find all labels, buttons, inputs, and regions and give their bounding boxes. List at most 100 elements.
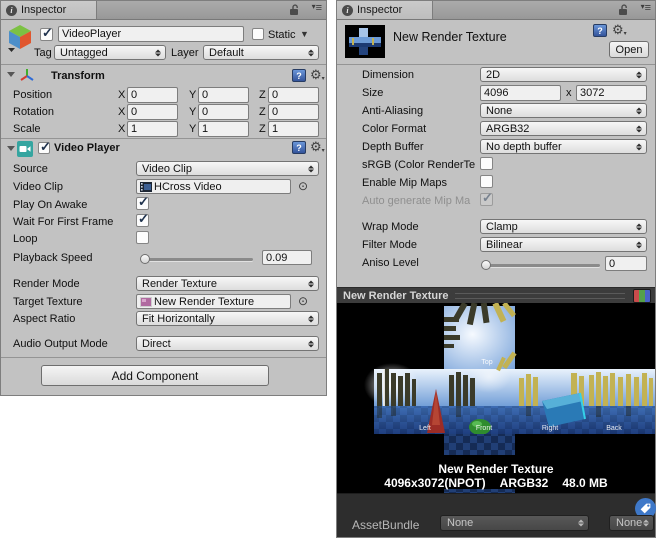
dimension-dropdown[interactable]: 2D bbox=[480, 67, 647, 82]
aspect-ratio-label: Aspect Ratio bbox=[13, 313, 76, 325]
source-dropdown[interactable]: Video Clip bbox=[136, 161, 319, 176]
scale-z-input[interactable] bbox=[268, 121, 319, 137]
info-icon: i bbox=[342, 4, 353, 16]
playback-speed-input[interactable] bbox=[262, 250, 312, 265]
audio-output-mode-dropdown[interactable]: Direct bbox=[136, 336, 319, 351]
wait-first-frame-label: Wait For First Frame bbox=[13, 216, 114, 228]
axis-x-label: X bbox=[118, 89, 126, 101]
preview-info-details: 4096x3072(NPOT) ARGB32 48.0 MB bbox=[337, 476, 655, 490]
scale-x-input[interactable] bbox=[127, 121, 178, 137]
target-texture-value: New Render Texture bbox=[154, 295, 255, 308]
loop-checkbox[interactable] bbox=[136, 231, 149, 244]
wrap-mode-dropdown[interactable]: Clamp bbox=[480, 219, 647, 234]
aniso-level-input[interactable] bbox=[605, 256, 647, 271]
filter-mode-dropdown[interactable]: Bilinear bbox=[480, 237, 647, 252]
row-label: Scale bbox=[13, 123, 41, 135]
assetbundle-variant-value: None bbox=[616, 517, 643, 529]
asset-title: New Render Texture bbox=[393, 30, 507, 44]
video-player-title[interactable]: Video Player bbox=[54, 142, 120, 154]
aniso-level-slider[interactable] bbox=[482, 264, 600, 267]
playback-speed-slider-thumb[interactable] bbox=[140, 254, 150, 264]
assetbundle-dropdown[interactable]: None bbox=[440, 515, 589, 531]
object-picker-icon[interactable]: ⊙ bbox=[298, 180, 308, 192]
axis-y-label: Y bbox=[189, 123, 197, 135]
help-icon[interactable]: ? bbox=[593, 24, 607, 37]
enable-mip-maps-checkbox[interactable] bbox=[480, 175, 493, 188]
add-component-label: Add Component bbox=[111, 368, 199, 383]
axis-x-label: X bbox=[118, 123, 126, 135]
dropdown-arrows-icon bbox=[636, 143, 642, 150]
preview-header[interactable]: New Render Texture bbox=[337, 287, 655, 304]
gameobject-name-input[interactable] bbox=[58, 26, 244, 42]
assetbundle-value: None bbox=[447, 517, 474, 529]
face-label-front: Front bbox=[476, 425, 492, 432]
assetbundle-variant-dropdown[interactable]: None bbox=[609, 515, 654, 531]
depth-buffer-dropdown[interactable]: No depth buffer bbox=[480, 139, 647, 154]
panel-menu-icon[interactable]: ▾≡ bbox=[312, 2, 322, 14]
tag-icon bbox=[640, 503, 651, 514]
gear-icon[interactable]: ⚙▾ bbox=[612, 23, 627, 41]
auto-generate-mip-checkbox bbox=[480, 190, 493, 206]
static-dropdown-icon[interactable]: ▼ bbox=[300, 29, 309, 39]
render-mode-dropdown[interactable]: Render Texture bbox=[136, 276, 319, 291]
aspect-ratio-dropdown[interactable]: Fit Horizontally bbox=[136, 311, 319, 326]
position-z-input[interactable] bbox=[268, 87, 319, 103]
play-on-awake-checkbox[interactable] bbox=[136, 194, 149, 210]
axis-x-label: X bbox=[118, 106, 126, 118]
lock-icon[interactable] bbox=[618, 4, 629, 16]
dropdown-arrows-icon bbox=[636, 107, 642, 114]
dimension-value: 2D bbox=[486, 68, 501, 81]
static-checkbox[interactable] bbox=[252, 28, 264, 40]
axis-z-label: Z bbox=[259, 106, 266, 118]
dropdown-arrows-icon bbox=[155, 49, 161, 56]
color-format-value: ARGB32 bbox=[486, 122, 530, 135]
lock-icon[interactable] bbox=[289, 4, 300, 16]
dropdown-arrows-icon bbox=[308, 280, 314, 287]
playback-speed-slider[interactable] bbox=[141, 258, 253, 261]
panel-menu-icon[interactable]: ▾≡ bbox=[641, 2, 651, 14]
tag-dropdown[interactable]: Untagged bbox=[54, 45, 166, 60]
gear-icon[interactable]: ⚙▾ bbox=[310, 140, 325, 158]
video-clip-object-field[interactable]: HCross Video bbox=[136, 179, 291, 194]
wait-first-frame-checkbox[interactable] bbox=[136, 211, 149, 227]
anti-aliasing-dropdown[interactable]: None bbox=[480, 103, 647, 118]
assetbundle-label: AssetBundle bbox=[352, 518, 420, 532]
dimension-label: Dimension bbox=[362, 69, 414, 81]
rotation-z-input[interactable] bbox=[268, 104, 319, 120]
scale-y-input[interactable] bbox=[198, 121, 249, 137]
open-button[interactable]: Open bbox=[609, 41, 649, 58]
static-label: Static bbox=[268, 29, 296, 41]
add-component-button[interactable]: Add Component bbox=[41, 365, 269, 386]
play-on-awake-label: Play On Awake bbox=[13, 199, 88, 211]
rotation-x-input[interactable] bbox=[127, 104, 178, 120]
gameobject-enabled-checkbox[interactable] bbox=[40, 25, 53, 41]
target-texture-object-field[interactable]: New Render Texture bbox=[136, 294, 291, 309]
dropdown-arrows-icon bbox=[636, 125, 642, 132]
tab-inspector[interactable]: i Inspector bbox=[337, 1, 433, 19]
preview-info-memory: 48.0 MB bbox=[562, 476, 608, 490]
video-player-foldout[interactable] bbox=[7, 146, 15, 151]
srgb-checkbox[interactable] bbox=[480, 157, 493, 170]
position-x-input[interactable] bbox=[127, 87, 178, 103]
tab-inspector[interactable]: i Inspector bbox=[1, 1, 97, 19]
gameobject-cube-icon[interactable] bbox=[6, 23, 34, 56]
gear-icon[interactable]: ⚙▾ bbox=[310, 68, 325, 86]
rotation-y-input[interactable] bbox=[198, 104, 249, 120]
help-icon[interactable]: ? bbox=[292, 141, 306, 154]
object-picker-icon[interactable]: ⊙ bbox=[298, 295, 308, 307]
transform-foldout[interactable] bbox=[7, 72, 15, 77]
filter-mode-label: Filter Mode bbox=[362, 239, 418, 251]
help-icon[interactable]: ? bbox=[292, 69, 306, 82]
layer-dropdown[interactable]: Default bbox=[203, 45, 319, 60]
color-format-dropdown[interactable]: ARGB32 bbox=[480, 121, 647, 136]
video-player-enabled-checkbox[interactable] bbox=[38, 139, 51, 155]
position-y-input[interactable] bbox=[198, 87, 249, 103]
size-width-input[interactable] bbox=[480, 85, 561, 101]
audio-output-mode-label: Audio Output Mode bbox=[13, 338, 108, 350]
inspector-panel-left: i Inspector ▾≡ Static ▼ Tag Untagged Lay… bbox=[0, 0, 327, 396]
rgb-channels-icon[interactable] bbox=[633, 289, 651, 303]
aniso-level-slider-thumb[interactable] bbox=[481, 260, 491, 270]
transform-title[interactable]: Transform bbox=[51, 70, 105, 82]
tab-label: Inspector bbox=[21, 4, 67, 16]
size-height-input[interactable] bbox=[576, 85, 647, 101]
